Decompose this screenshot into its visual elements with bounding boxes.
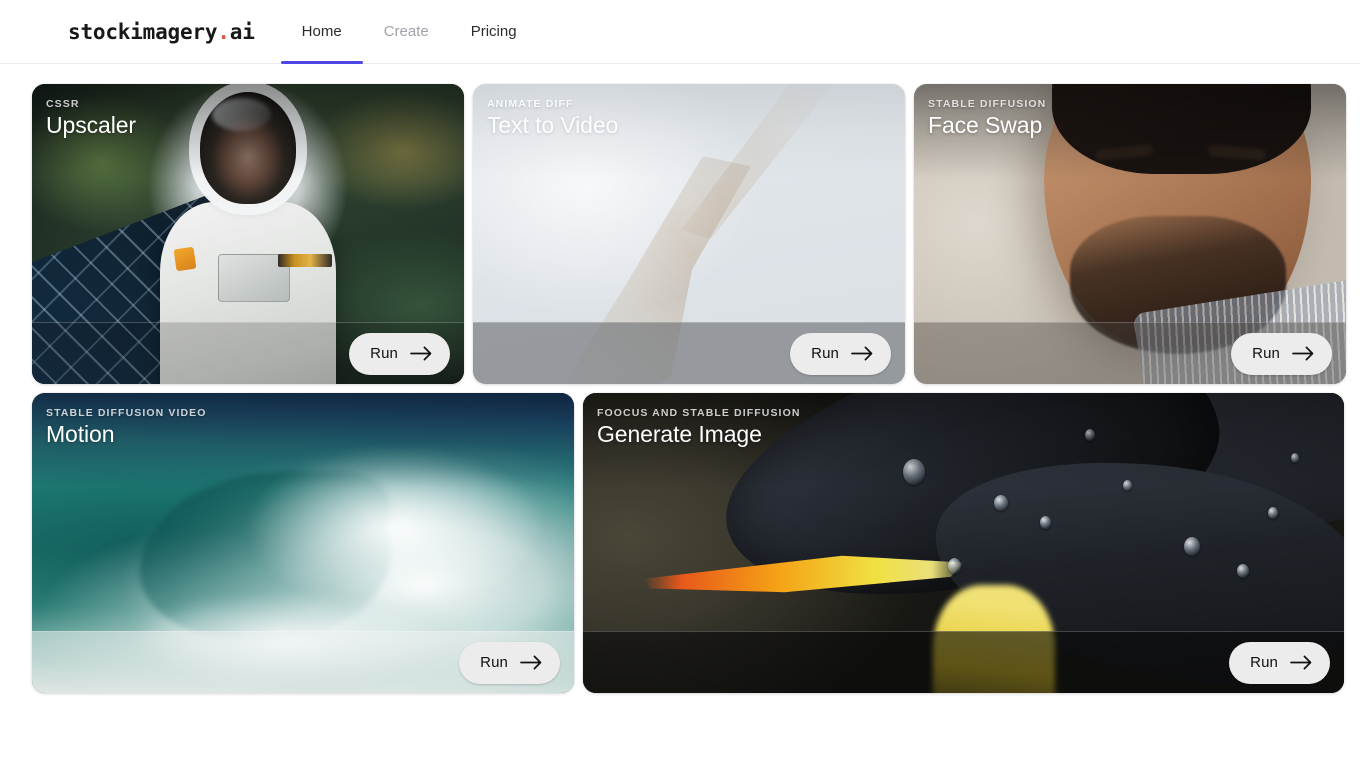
run-button-generate-image[interactable]: Run [1229, 641, 1330, 684]
nav-item-create-label: Create [383, 23, 429, 40]
arrow-right-icon [1290, 655, 1312, 670]
water-droplet-shape [902, 459, 925, 485]
run-button-generate-image-label: Run [1250, 654, 1278, 671]
nav-item-home-label: Home [301, 23, 342, 40]
run-button-motion[interactable]: Run [459, 641, 560, 684]
arrow-right-icon [851, 346, 873, 361]
tool-card-grid: CSSR Upscaler Run ANIMATE DIFF Text to V… [0, 64, 1360, 693]
card-text-to-video-footer: Run [473, 322, 905, 384]
card-text-to-video[interactable]: ANIMATE DIFF Text to Video Run [473, 84, 905, 384]
brand-dot: . [217, 19, 230, 44]
arrow-right-icon [520, 655, 542, 670]
card-upscaler-footer: Run [32, 322, 464, 384]
arrow-right-icon [1292, 346, 1314, 361]
main-navigation: Home Create Pricing [280, 0, 538, 64]
card-motion-footer: Run [32, 631, 574, 693]
card-generate-image[interactable]: FOOCUS AND STABLE DIFFUSION Generate Ima… [583, 393, 1344, 693]
card-motion[interactable]: STABLE DIFFUSION VIDEO Motion Run [32, 393, 574, 693]
nav-item-create[interactable]: Create [363, 0, 450, 63]
run-button-upscaler[interactable]: Run [349, 332, 450, 375]
card-face-swap-footer: Run [914, 322, 1346, 384]
run-button-text-to-video[interactable]: Run [790, 332, 891, 375]
run-button-face-swap-label: Run [1252, 345, 1280, 362]
site-header: stockimagery. ai Home Create Pricing [0, 0, 1360, 64]
card-face-swap[interactable]: STABLE DIFFUSION Face Swap Run [914, 84, 1346, 384]
run-button-face-swap[interactable]: Run [1231, 332, 1332, 375]
card-generate-image-footer: Run [583, 631, 1344, 693]
nav-item-pricing-label: Pricing [470, 23, 517, 40]
run-button-upscaler-label: Run [370, 345, 398, 362]
nav-item-home[interactable]: Home [280, 0, 363, 64]
nav-item-pricing[interactable]: Pricing [450, 0, 538, 63]
run-button-text-to-video-label: Run [811, 345, 839, 362]
water-droplet-shape [993, 495, 1008, 511]
water-droplet-shape [1267, 507, 1278, 519]
run-button-motion-label: Run [480, 654, 508, 671]
brand-suffix: ai [229, 19, 255, 44]
card-row-top: CSSR Upscaler Run ANIMATE DIFF Text to V… [32, 84, 1346, 384]
arrow-right-icon [410, 346, 432, 361]
card-row-bottom: STABLE DIFFUSION VIDEO Motion Run FOOCUS… [32, 393, 1344, 693]
card-upscaler[interactable]: CSSR Upscaler Run [32, 84, 464, 384]
brand-logo[interactable]: stockimagery. ai [68, 0, 255, 63]
astronaut-helmet-shape [200, 92, 296, 204]
brand-name: stockimagery [68, 19, 218, 44]
astronaut-stripe-shape [278, 254, 333, 267]
water-droplet-shape [1039, 516, 1051, 529]
astronaut-badge-shape [173, 246, 196, 272]
water-droplet-shape [1290, 453, 1299, 463]
